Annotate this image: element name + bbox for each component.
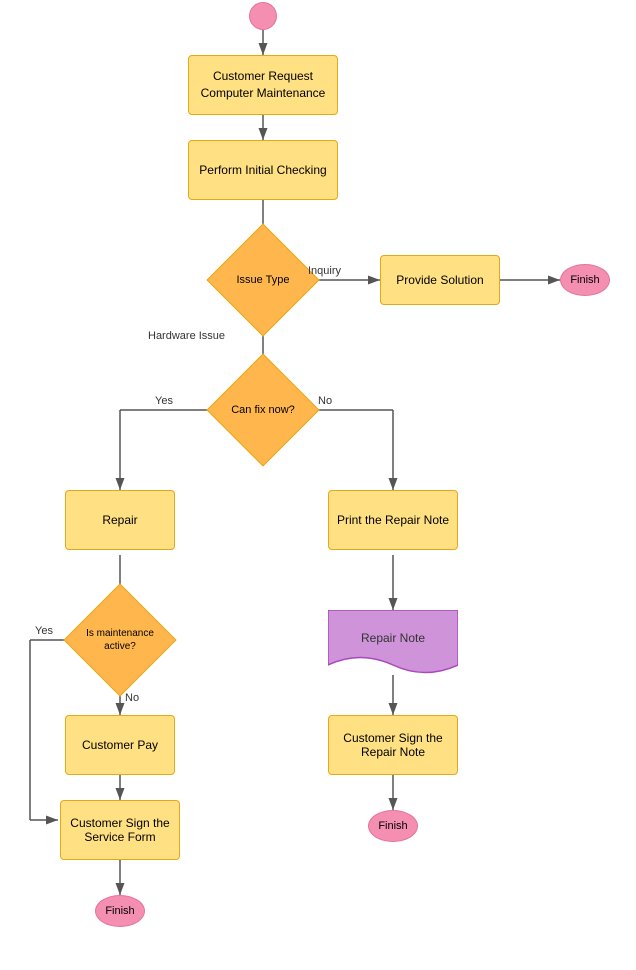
repair-note-node: Repair Note [328, 610, 458, 675]
finish-top-node: Finish [560, 264, 610, 296]
inquiry-label: Inquiry [308, 265, 341, 277]
perform-checking-label: Perform Initial Checking [199, 163, 326, 177]
finish-right-node: Finish [368, 810, 418, 842]
repair-note-shape: Repair Note [328, 610, 458, 675]
is-maintenance-label: Is maintenance active? [80, 627, 160, 653]
customer-pay-node: Customer Pay [65, 715, 175, 775]
provide-solution-node: Provide Solution [380, 255, 500, 305]
finish-bottom-node: Finish [95, 895, 145, 927]
can-fix-label: Can fix now? [231, 403, 295, 417]
finish-right-label: Finish [378, 820, 407, 832]
issue-type-label: Issue Type [237, 273, 290, 287]
perform-checking-node: Perform Initial Checking [188, 140, 338, 200]
repair-label: Repair [102, 513, 137, 527]
start-node [249, 2, 277, 30]
no-down-label: No [125, 692, 139, 704]
customer-sign-repair-node: Customer Sign the Repair Note [328, 715, 458, 775]
customer-sign-service-label: Customer Sign the Service Form [61, 816, 179, 844]
yes-left-label: Yes [155, 395, 173, 407]
customer-pay-label: Customer Pay [82, 738, 158, 752]
yes-loop-label: Yes [35, 625, 53, 637]
flowchart: Customer Request Computer Maintenance Pe… [0, 0, 636, 970]
customer-sign-service-node: Customer Sign the Service Form [60, 800, 180, 860]
repair-node: Repair [65, 490, 175, 550]
finish-top-label: Finish [570, 274, 599, 286]
print-repair-label: Print the Repair Note [337, 513, 449, 527]
provide-solution-label: Provide Solution [396, 273, 483, 287]
svg-text:Repair Note: Repair Note [361, 631, 425, 645]
customer-sign-repair-label: Customer Sign the Repair Note [329, 731, 457, 759]
is-maintenance-node: Is maintenance active? [80, 600, 160, 680]
can-fix-node: Can fix now? [223, 370, 303, 450]
no-right-label: No [318, 395, 332, 407]
finish-bottom-label: Finish [105, 905, 134, 917]
customer-request-node: Customer Request Computer Maintenance [188, 55, 338, 115]
issue-type-node: Issue Type [223, 240, 303, 320]
customer-request-label: Customer Request Computer Maintenance [189, 68, 337, 102]
hardware-label: Hardware Issue [148, 330, 225, 342]
print-repair-node: Print the Repair Note [328, 490, 458, 550]
